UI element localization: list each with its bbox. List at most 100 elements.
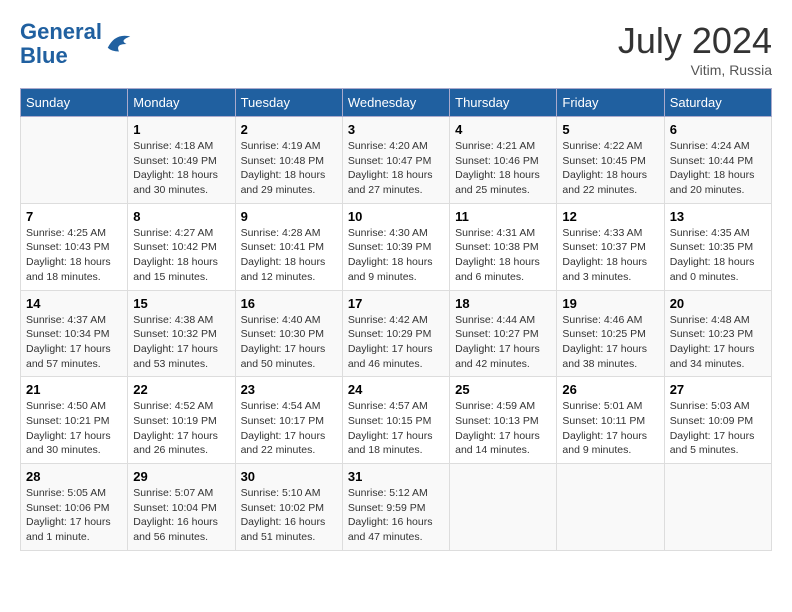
day-number: 20 (670, 296, 766, 311)
day-number: 26 (562, 382, 658, 397)
calendar-cell: 18Sunrise: 4:44 AMSunset: 10:27 PMDaylig… (450, 290, 557, 377)
calendar-cell (21, 117, 128, 204)
calendar-week-3: 14Sunrise: 4:37 AMSunset: 10:34 PMDaylig… (21, 290, 772, 377)
day-info: Sunrise: 4:35 AMSunset: 10:35 PMDaylight… (670, 226, 766, 285)
day-info: Sunrise: 4:46 AMSunset: 10:25 PMDaylight… (562, 313, 658, 372)
calendar-cell: 26 Sunrise: 5:01 AMSunset: 10:11 PMDaylig… (557, 377, 664, 464)
day-info: Sunrise: 4:44 AMSunset: 10:27 PMDaylight… (455, 313, 551, 372)
day-info: Sunrise: 4:30 AMSunset: 10:39 PMDaylight… (348, 226, 444, 285)
weekday-header-monday: Monday (128, 89, 235, 117)
calendar-cell: 7 Sunrise: 4:25 AMSunset: 10:43 PMDayligh… (21, 203, 128, 290)
calendar-cell: 13 Sunrise: 4:35 AMSunset: 10:35 PMDaylig… (664, 203, 771, 290)
day-info: Sunrise: 5:03 AMSunset: 10:09 PMDaylight… (670, 399, 766, 458)
day-number: 16 (241, 296, 337, 311)
day-info: Sunrise: 4:25 AMSunset: 10:43 PMDaylight… (26, 226, 122, 285)
day-info: Sunrise: 4:21 AMSunset: 10:46 PMDaylight… (455, 139, 551, 198)
day-info: Sunrise: 4:24 AMSunset: 10:44 PMDaylight… (670, 139, 766, 198)
weekday-header-tuesday: Tuesday (235, 89, 342, 117)
day-number: 19 (562, 296, 658, 311)
day-number: 12 (562, 209, 658, 224)
day-number: 11 (455, 209, 551, 224)
calendar-cell: 25 Sunrise: 4:59 AMSunset: 10:13 PMDaylig… (450, 377, 557, 464)
logo-text: GeneralBlue (20, 20, 102, 68)
day-info: Sunrise: 4:52 AMSunset: 10:19 PMDaylight… (133, 399, 229, 458)
calendar-week-1: 1 Sunrise: 4:18 AMSunset: 10:49 PMDayligh… (21, 117, 772, 204)
weekday-header-sunday: Sunday (21, 89, 128, 117)
calendar-cell: 21 Sunrise: 4:50 AMSunset: 10:21 PMDaylig… (21, 377, 128, 464)
day-number: 24 (348, 382, 444, 397)
calendar-cell: 4 Sunrise: 4:21 AMSunset: 10:46 PMDayligh… (450, 117, 557, 204)
day-number: 30 (241, 469, 337, 484)
calendar-cell: 30 Sunrise: 5:10 AMSunset: 10:02 PMDaylig… (235, 464, 342, 551)
day-info: Sunrise: 4:33 AMSunset: 10:37 PMDaylight… (562, 226, 658, 285)
location: Vitim, Russia (618, 62, 772, 78)
calendar-cell: 1 Sunrise: 4:18 AMSunset: 10:49 PMDayligh… (128, 117, 235, 204)
calendar-week-2: 7 Sunrise: 4:25 AMSunset: 10:43 PMDayligh… (21, 203, 772, 290)
day-info: Sunrise: 4:59 AMSunset: 10:13 PMDaylight… (455, 399, 551, 458)
day-info: Sunrise: 5:10 AMSunset: 10:02 PMDaylight… (241, 486, 337, 545)
day-number: 7 (26, 209, 122, 224)
calendar-cell: 16 Sunrise: 4:40 AMSunset: 10:30 PMDaylig… (235, 290, 342, 377)
calendar-cell: 6 Sunrise: 4:24 AMSunset: 10:44 PMDayligh… (664, 117, 771, 204)
calendar-cell: 19 Sunrise: 4:46 AMSunset: 10:25 PMDaylig… (557, 290, 664, 377)
day-info: Sunrise: 4:19 AMSunset: 10:48 PMDaylight… (241, 139, 337, 198)
day-number: 23 (241, 382, 337, 397)
day-number: 4 (455, 122, 551, 137)
day-info: Sunrise: 4:27 AMSunset: 10:42 PMDaylight… (133, 226, 229, 285)
calendar-week-4: 21 Sunrise: 4:50 AMSunset: 10:21 PMDaylig… (21, 377, 772, 464)
month-title: July 2024 (618, 20, 772, 62)
day-number: 25 (455, 382, 551, 397)
calendar-cell (450, 464, 557, 551)
day-number: 13 (670, 209, 766, 224)
day-number: 31 (348, 469, 444, 484)
day-info: Sunrise: 5:12 AMSunset: 9:59 PMDaylight:… (348, 486, 444, 545)
calendar-cell: 31 Sunrise: 5:12 AMSunset: 9:59 PMDayligh… (342, 464, 449, 551)
calendar-cell: 12 Sunrise: 4:33 AMSunset: 10:37 PMDaylig… (557, 203, 664, 290)
day-number: 2 (241, 122, 337, 137)
day-info: Sunrise: 4:57 AMSunset: 10:15 PMDaylight… (348, 399, 444, 458)
calendar-cell: 2 Sunrise: 4:19 AMSunset: 10:48 PMDayligh… (235, 117, 342, 204)
day-info: Sunrise: 4:18 AMSunset: 10:49 PMDaylight… (133, 139, 229, 198)
weekday-header-friday: Friday (557, 89, 664, 117)
day-number: 14 (26, 296, 122, 311)
calendar-cell: 3 Sunrise: 4:20 AMSunset: 10:47 PMDayligh… (342, 117, 449, 204)
day-info: Sunrise: 4:22 AMSunset: 10:45 PMDaylight… (562, 139, 658, 198)
day-number: 6 (670, 122, 766, 137)
day-number: 5 (562, 122, 658, 137)
day-number: 17 (348, 296, 444, 311)
day-info: Sunrise: 5:01 AMSunset: 10:11 PMDaylight… (562, 399, 658, 458)
day-info: Sunrise: 5:07 AMSunset: 10:04 PMDaylight… (133, 486, 229, 545)
day-info: Sunrise: 4:38 AMSunset: 10:32 PMDaylight… (133, 313, 229, 372)
day-info: Sunrise: 4:31 AMSunset: 10:38 PMDaylight… (455, 226, 551, 285)
weekday-header-thursday: Thursday (450, 89, 557, 117)
calendar-cell: 9 Sunrise: 4:28 AMSunset: 10:41 PMDayligh… (235, 203, 342, 290)
calendar-week-5: 28Sunrise: 5:05 AMSunset: 10:06 PMDaylig… (21, 464, 772, 551)
calendar-cell: 27Sunrise: 5:03 AMSunset: 10:09 PMDaylig… (664, 377, 771, 464)
weekday-header-wednesday: Wednesday (342, 89, 449, 117)
day-number: 3 (348, 122, 444, 137)
day-number: 9 (241, 209, 337, 224)
day-number: 29 (133, 469, 229, 484)
calendar-cell: 28Sunrise: 5:05 AMSunset: 10:06 PMDaylig… (21, 464, 128, 551)
calendar-cell: 22 Sunrise: 4:52 AMSunset: 10:19 PMDaylig… (128, 377, 235, 464)
calendar-cell: 8 Sunrise: 4:27 AMSunset: 10:42 PMDayligh… (128, 203, 235, 290)
day-info: Sunrise: 4:40 AMSunset: 10:30 PMDaylight… (241, 313, 337, 372)
day-number: 10 (348, 209, 444, 224)
day-number: 21 (26, 382, 122, 397)
calendar-cell: 17 Sunrise: 4:42 AMSunset: 10:29 PMDaylig… (342, 290, 449, 377)
calendar-cell (557, 464, 664, 551)
day-number: 8 (133, 209, 229, 224)
day-info: Sunrise: 4:28 AMSunset: 10:41 PMDaylight… (241, 226, 337, 285)
day-info: Sunrise: 4:42 AMSunset: 10:29 PMDaylight… (348, 313, 444, 372)
logo-icon (104, 29, 134, 59)
day-info: Sunrise: 4:20 AMSunset: 10:47 PMDaylight… (348, 139, 444, 198)
day-number: 1 (133, 122, 229, 137)
calendar-cell: 11 Sunrise: 4:31 AMSunset: 10:38 PMDaylig… (450, 203, 557, 290)
day-number: 22 (133, 382, 229, 397)
calendar-cell: 5 Sunrise: 4:22 AMSunset: 10:45 PMDayligh… (557, 117, 664, 204)
calendar-cell: 20Sunrise: 4:48 AMSunset: 10:23 PMDaylig… (664, 290, 771, 377)
day-info: Sunrise: 4:50 AMSunset: 10:21 PMDaylight… (26, 399, 122, 458)
day-info: Sunrise: 5:05 AMSunset: 10:06 PMDaylight… (26, 486, 122, 545)
calendar-cell: 14Sunrise: 4:37 AMSunset: 10:34 PMDaylig… (21, 290, 128, 377)
logo: GeneralBlue (20, 20, 134, 68)
